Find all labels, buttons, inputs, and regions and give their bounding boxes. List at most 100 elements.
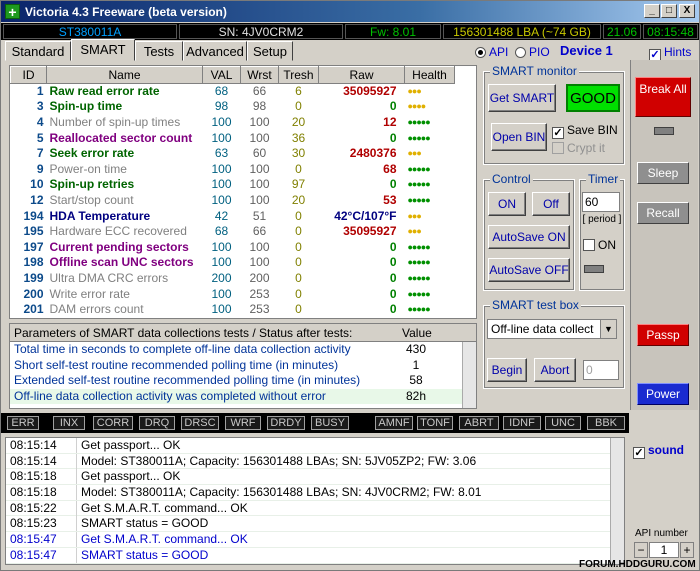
open-bin-button[interactable]: Open BIN	[491, 123, 547, 151]
params-scrollbar[interactable]	[462, 342, 476, 408]
title-bar[interactable]: + Victoria 4.3 Freeware (beta version) _…	[1, 1, 699, 22]
param-value: 430	[405, 342, 427, 356]
param-row[interactable]: Off-line data collection activity was co…	[10, 388, 476, 404]
maximize-button[interactable]: □	[661, 4, 677, 18]
attr-raw: 12	[383, 114, 397, 129]
timer-on-checkbox[interactable]: ON	[583, 238, 616, 252]
api-radio[interactable]: API	[475, 45, 508, 59]
col-wrst[interactable]: Wrst	[240, 66, 279, 84]
abort-button[interactable]: Abort	[534, 358, 576, 382]
api-number-input[interactable]: 1	[649, 542, 679, 558]
control-label: Control	[490, 172, 533, 186]
param-row[interactable]: Extended self-test routine recommended p…	[10, 373, 476, 389]
table-row[interactable]: 9 Power-on time 100 100 0 68 ●●●●●	[11, 161, 477, 177]
log-scrollbar[interactable]	[610, 438, 624, 564]
row-spacer	[455, 177, 477, 193]
control-on-button[interactable]: ON	[488, 192, 526, 216]
col-id[interactable]: ID	[10, 66, 47, 84]
attr-threshold: 0	[295, 255, 302, 270]
attr-worst: 66	[252, 84, 267, 99]
col-val[interactable]: VAL	[202, 66, 241, 84]
row-spacer	[455, 193, 477, 209]
param-row[interactable]: Total time in seconds to complete off-li…	[10, 342, 476, 358]
pio-label: PIO	[529, 45, 550, 59]
table-row[interactable]: 201 DAM errors count 100 253 0 0 ●●●●●	[11, 302, 477, 318]
pio-radio[interactable]: PIO	[515, 45, 550, 59]
param-row[interactable]: Short self-test routine recommended poll…	[10, 357, 476, 373]
attr-raw: 0	[389, 177, 397, 192]
row-spacer	[455, 84, 477, 100]
attr-name: Hardware ECC recovered	[49, 224, 187, 239]
checkmark-icon: ✓	[552, 127, 564, 139]
table-row[interactable]: 10 Spin-up retries 100 100 97 0 ●●●●●	[11, 177, 477, 193]
watermark: FORUM.HDDGURU.COM	[579, 559, 696, 570]
crypt-checkbox[interactable]: Crypt it	[552, 141, 605, 155]
table-row[interactable]: 4 Number of spin-up times 100 100 20 12 ●●●●●	[11, 115, 477, 131]
col-raw[interactable]: Raw	[318, 66, 405, 84]
minimize-button[interactable]: _	[644, 4, 660, 18]
table-row[interactable]: 194 HDA Temperature 42 51 0 42°C/107°F ●●●	[11, 208, 477, 224]
begin-button[interactable]: Begin	[487, 358, 527, 382]
table-row[interactable]: 3 Spin-up time 98 98 0 0 ●●●●	[11, 99, 477, 115]
attr-raw: 0	[389, 302, 397, 317]
log-message: Model: ST380011A; Capacity: 156301488 LB…	[76, 485, 481, 501]
autosave-off-button[interactable]: AutoSave OFF	[488, 258, 570, 282]
attr-name: Spin-up retries	[49, 177, 135, 192]
table-row[interactable]: 7 Seek error rate 63 60 30 2480376 ●●●	[11, 146, 477, 162]
attr-id: 198	[23, 255, 44, 270]
table-row[interactable]: 195 Hardware ECC recovered 68 66 0 35095927 ●●…	[11, 224, 477, 240]
tab-tests[interactable]: Tests	[135, 41, 183, 61]
hints-checkbox[interactable]: ✓ Hints	[649, 45, 691, 61]
table-row[interactable]: 200 Write error rate 100 253 0 0 ●●●●●	[11, 286, 477, 302]
drive-model: ST380011A	[3, 24, 177, 39]
chevron-down-icon[interactable]: ▼	[600, 320, 616, 338]
table-row[interactable]: 199 Ultra DMA CRC errors 200 200 0 0 ●●●●●	[11, 271, 477, 287]
attr-health: ●●●●●	[407, 132, 431, 143]
api-label: API	[489, 45, 509, 59]
register-indicator: CORR	[93, 416, 133, 430]
break-indicator-led	[654, 127, 674, 135]
attr-raw: 0	[389, 99, 397, 114]
row-spacer	[455, 224, 477, 240]
test-type-select[interactable]: Off-line data collect ▼	[487, 319, 617, 339]
table-row[interactable]: 12 Start/stop count 100 100 20 53 ●●●●●	[11, 193, 477, 209]
attr-name: Power-on time	[49, 161, 127, 176]
register-indicator: ABRT	[459, 416, 499, 430]
register-indicator: IDNF	[503, 416, 541, 430]
api-increment-button[interactable]: +	[680, 542, 694, 558]
param-value: 58	[409, 373, 423, 387]
attr-id: 10	[30, 177, 44, 192]
recall-button[interactable]: Recall	[637, 202, 689, 224]
attr-threshold: 6	[295, 84, 302, 99]
break-all-button[interactable]: Break All	[635, 77, 691, 117]
control-off-button[interactable]: Off	[532, 192, 570, 216]
close-button[interactable]: X	[679, 4, 695, 18]
tab-setup[interactable]: Setup	[247, 41, 293, 61]
autosave-on-button[interactable]: AutoSave ON	[488, 225, 570, 249]
tab-standard[interactable]: Standard	[5, 41, 71, 61]
table-row[interactable]: 197 Current pending sectors 100 100 0 0 ●●●●●	[11, 239, 477, 255]
sound-checkbox[interactable]: ✓ sound	[633, 443, 684, 459]
table-row[interactable]: 1 Raw read error rate 68 66 6 35095927 ●●●	[11, 84, 477, 100]
table-row[interactable]: 5 Reallocated sector count 100 100 36 0 ●●●●●	[11, 130, 477, 146]
save-bin-checkbox[interactable]: ✓ Save BIN	[552, 123, 618, 139]
power-button[interactable]: Power	[637, 383, 689, 405]
log-time: 08:15:18	[10, 469, 57, 484]
attr-threshold: 0	[295, 224, 302, 239]
tab-advanced[interactable]: Advanced	[183, 41, 247, 61]
attr-value: 100	[211, 192, 232, 207]
tab-smart[interactable]: SMART	[71, 39, 135, 61]
col-health[interactable]: Health	[404, 66, 455, 84]
log-entry: 08:15:47 SMART status = GOOD	[6, 547, 624, 564]
timer-input[interactable]: 60	[582, 192, 620, 212]
passp-button[interactable]: Passp	[637, 324, 689, 346]
api-decrement-button[interactable]: −	[634, 542, 648, 558]
get-smart-button[interactable]: Get SMART	[488, 84, 556, 112]
attr-id: 200	[23, 286, 44, 301]
attr-health: ●●●●●	[407, 304, 431, 315]
attr-name: Raw read error rate	[49, 84, 160, 99]
col-tresh[interactable]: Tresh	[278, 66, 319, 84]
col-name[interactable]: Name	[46, 66, 203, 84]
sleep-button[interactable]: Sleep	[637, 162, 689, 184]
table-row[interactable]: 198 Offline scan UNC sectors 100 100 0 0 ●●●●●	[11, 255, 477, 271]
